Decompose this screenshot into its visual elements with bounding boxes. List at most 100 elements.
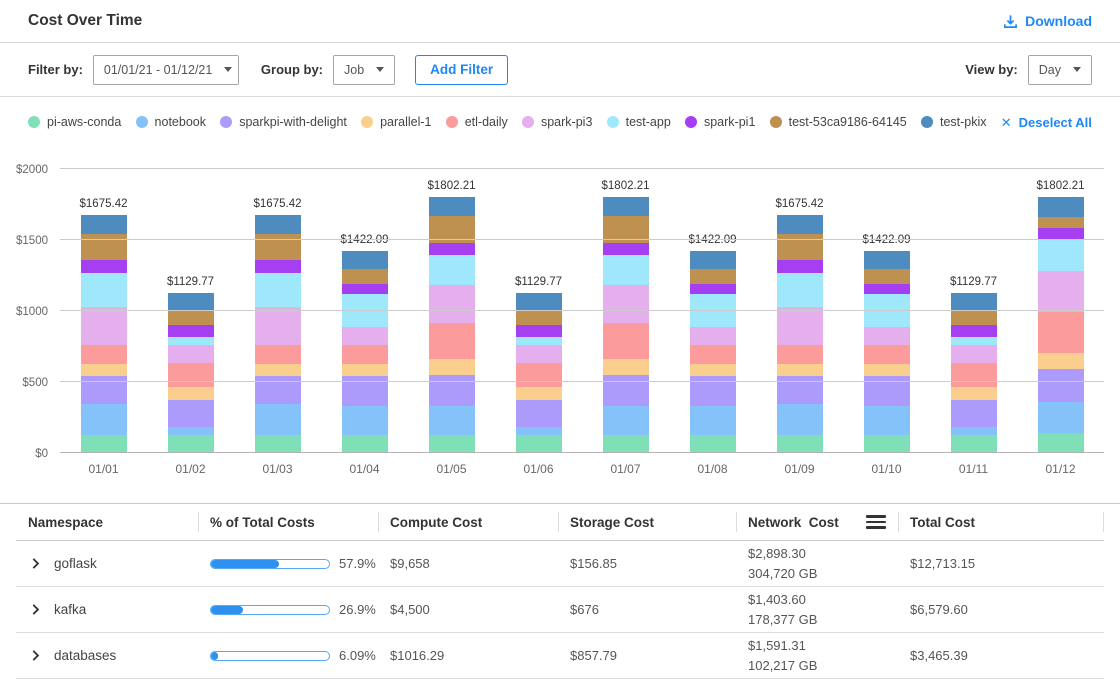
stacked-bar-01/08[interactable] xyxy=(690,251,736,453)
bar-segment-test-pkix[interactable] xyxy=(690,251,736,269)
bar-segment-parallel-1[interactable] xyxy=(516,387,562,400)
bar-segment-test-53ca9186-64145[interactable] xyxy=(690,269,736,284)
bar-segment-etl-daily[interactable] xyxy=(690,345,736,364)
bar-segment-spark-pi1[interactable] xyxy=(864,284,910,294)
bar-segment-notebook[interactable] xyxy=(255,404,301,435)
legend-item-spark-pi1[interactable]: spark-pi1 xyxy=(685,115,755,129)
bar-segment-etl-daily[interactable] xyxy=(1038,312,1084,353)
bar-segment-test-pkix[interactable] xyxy=(864,251,910,269)
bar-segment-pi-aws-conda[interactable] xyxy=(516,435,562,453)
bar-segment-test-pkix[interactable] xyxy=(951,293,997,310)
bar-segment-spark-pi1[interactable] xyxy=(1038,228,1084,240)
bar-segment-test-pkix[interactable] xyxy=(81,215,127,234)
column-header-network[interactable]: Network Cost xyxy=(736,504,898,540)
bar-segment-test-pkix[interactable] xyxy=(1038,197,1084,217)
bar-segment-parallel-1[interactable] xyxy=(342,364,388,376)
bar-segment-test-53ca9186-64145[interactable] xyxy=(516,310,562,325)
group-by-select[interactable]: Job xyxy=(333,55,395,85)
bar-segment-parallel-1[interactable] xyxy=(690,364,736,376)
bar-segment-sparkpi-with-delight[interactable] xyxy=(1038,369,1084,402)
bar-segment-spark-pi1[interactable] xyxy=(429,243,475,254)
bar-segment-test-app[interactable] xyxy=(516,337,562,345)
bar-segment-spark-pi1[interactable] xyxy=(255,260,301,273)
bar-segment-test-app[interactable] xyxy=(603,255,649,285)
bar-segment-etl-daily[interactable] xyxy=(603,323,649,359)
bar-segment-parallel-1[interactable] xyxy=(603,359,649,375)
bar-segment-parallel-1[interactable] xyxy=(777,364,823,376)
stacked-bar-01/12[interactable] xyxy=(1038,197,1084,453)
bar-segment-etl-daily[interactable] xyxy=(516,363,562,387)
legend-item-test-53ca9186-64145[interactable]: test-53ca9186-64145 xyxy=(770,115,907,129)
bar-segment-parallel-1[interactable] xyxy=(1038,353,1084,369)
legend-item-spark-pi3[interactable]: spark-pi3 xyxy=(522,115,592,129)
bar-segment-pi-aws-conda[interactable] xyxy=(81,435,127,453)
bar-segment-spark-pi1[interactable] xyxy=(690,284,736,294)
legend-item-sparkpi-with-delight[interactable]: sparkpi-with-delight xyxy=(220,115,347,129)
stacked-bar-01/11[interactable] xyxy=(951,293,997,453)
bar-segment-parallel-1[interactable] xyxy=(255,364,301,376)
stacked-bar-01/03[interactable] xyxy=(255,215,301,453)
bar-segment-pi-aws-conda[interactable] xyxy=(255,435,301,453)
bar-segment-etl-daily[interactable] xyxy=(342,345,388,364)
bar-segment-pi-aws-conda[interactable] xyxy=(864,435,910,453)
column-header-total[interactable]: Total Cost xyxy=(898,504,1104,540)
stacked-bar-01/10[interactable] xyxy=(864,251,910,453)
column-header-namespace[interactable]: Namespace xyxy=(16,504,198,540)
bar-segment-test-53ca9186-64145[interactable] xyxy=(168,310,214,325)
bar-segment-spark-pi3[interactable] xyxy=(690,327,736,345)
expand-row-button[interactable] xyxy=(30,558,41,569)
column-header-percent-total[interactable]: % of Total Costs xyxy=(198,504,378,540)
bar-segment-spark-pi3[interactable] xyxy=(168,345,214,362)
bar-segment-test-pkix[interactable] xyxy=(342,251,388,269)
bar-segment-parallel-1[interactable] xyxy=(429,359,475,375)
bar-segment-spark-pi1[interactable] xyxy=(168,325,214,338)
bar-segment-test-pkix[interactable] xyxy=(777,215,823,234)
bar-segment-test-pkix[interactable] xyxy=(429,197,475,215)
bar-segment-spark-pi3[interactable] xyxy=(1038,271,1084,312)
bar-segment-parallel-1[interactable] xyxy=(864,364,910,376)
bar-segment-spark-pi1[interactable] xyxy=(81,260,127,273)
bar-segment-spark-pi3[interactable] xyxy=(342,327,388,345)
download-button[interactable]: Download xyxy=(1003,13,1092,29)
bar-segment-spark-pi3[interactable] xyxy=(81,307,127,344)
bar-segment-test-pkix[interactable] xyxy=(516,293,562,310)
bar-segment-pi-aws-conda[interactable] xyxy=(603,435,649,453)
bar-segment-notebook[interactable] xyxy=(429,406,475,435)
bar-segment-notebook[interactable] xyxy=(1038,402,1084,434)
legend-item-parallel-1[interactable]: parallel-1 xyxy=(361,115,431,129)
date-range-select[interactable]: 01/01/21 - 01/12/21 xyxy=(93,55,239,85)
expand-row-button[interactable] xyxy=(30,604,41,615)
bar-segment-test-pkix[interactable] xyxy=(168,293,214,310)
bar-segment-parallel-1[interactable] xyxy=(81,364,127,376)
bar-segment-parallel-1[interactable] xyxy=(951,387,997,400)
bar-segment-spark-pi3[interactable] xyxy=(951,345,997,362)
bar-segment-notebook[interactable] xyxy=(690,406,736,436)
bar-segment-spark-pi3[interactable] xyxy=(603,285,649,323)
bar-segment-etl-daily[interactable] xyxy=(777,345,823,365)
bar-segment-sparkpi-with-delight[interactable] xyxy=(168,400,214,427)
column-header-compute[interactable]: Compute Cost xyxy=(378,504,558,540)
bar-segment-test-53ca9186-64145[interactable] xyxy=(342,269,388,284)
bar-segment-test-53ca9186-64145[interactable] xyxy=(1038,217,1084,228)
bar-segment-notebook[interactable] xyxy=(777,404,823,435)
bar-segment-pi-aws-conda[interactable] xyxy=(1038,433,1084,453)
bar-segment-notebook[interactable] xyxy=(516,427,562,436)
bar-segment-spark-pi3[interactable] xyxy=(864,327,910,345)
stacked-bar-01/09[interactable] xyxy=(777,215,823,453)
legend-item-pi-aws-conda[interactable]: pi-aws-conda xyxy=(28,115,121,129)
expand-row-button[interactable] xyxy=(30,650,41,661)
bar-segment-pi-aws-conda[interactable] xyxy=(777,435,823,453)
bar-segment-spark-pi1[interactable] xyxy=(951,325,997,338)
bar-segment-spark-pi1[interactable] xyxy=(516,325,562,338)
bar-segment-test-app[interactable] xyxy=(951,337,997,345)
bar-segment-pi-aws-conda[interactable] xyxy=(951,435,997,453)
bar-segment-test-pkix[interactable] xyxy=(603,197,649,215)
add-filter-button[interactable]: Add Filter xyxy=(415,55,508,85)
bar-segment-etl-daily[interactable] xyxy=(864,345,910,364)
bar-segment-spark-pi3[interactable] xyxy=(255,307,301,344)
column-header-storage[interactable]: Storage Cost xyxy=(558,504,736,540)
bar-segment-pi-aws-conda[interactable] xyxy=(429,435,475,453)
stacked-bar-01/01[interactable] xyxy=(81,215,127,453)
bar-segment-etl-daily[interactable] xyxy=(81,345,127,365)
bar-segment-etl-daily[interactable] xyxy=(951,363,997,387)
